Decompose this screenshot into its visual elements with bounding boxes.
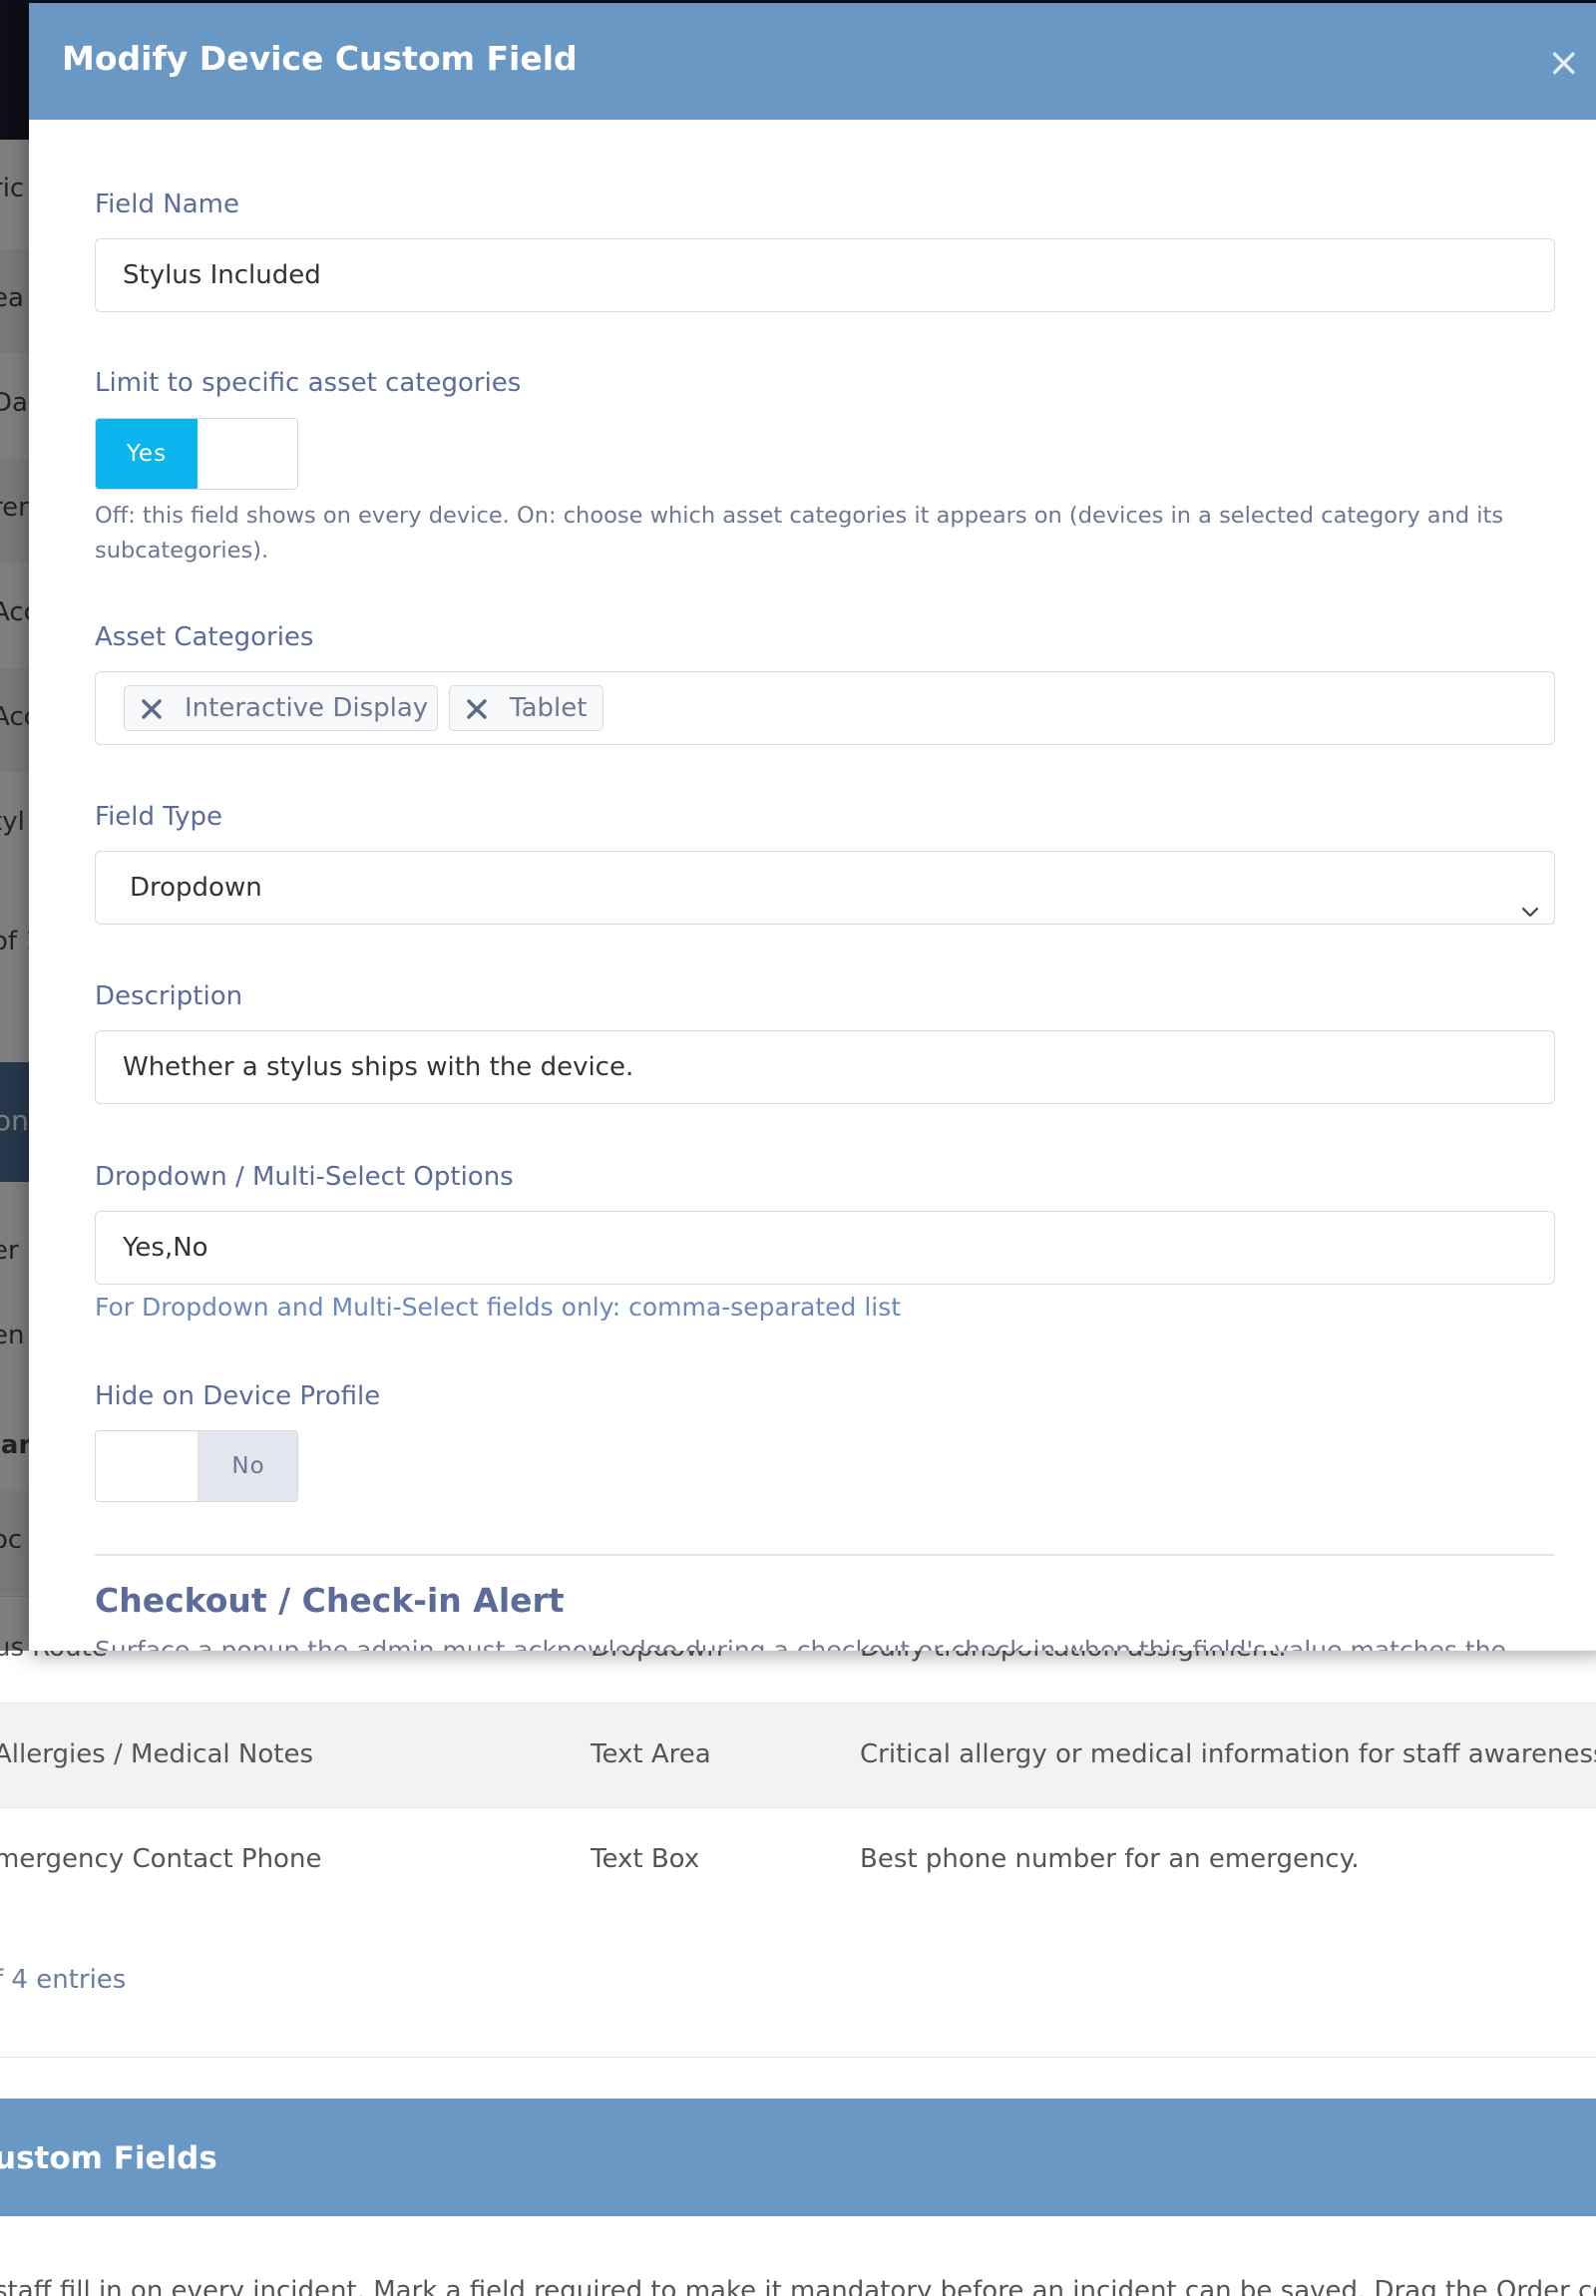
checkout-alert-help: Surface a popup the admin must acknowled… bbox=[95, 1636, 1506, 1651]
asset-categories-select[interactable]: Interactive Display Tablet bbox=[95, 671, 1555, 745]
table-entries-count: f 4 entries bbox=[0, 1965, 127, 1995]
hide-profile-toggle[interactable]: No bbox=[95, 1430, 298, 1502]
options-label: Dropdown / Multi-Select Options bbox=[95, 1162, 514, 1192]
category-tag: Interactive Display bbox=[124, 685, 438, 731]
category-tag-label: Interactive Display bbox=[185, 693, 429, 723]
section-help-text: staff fill in on every incident. Mark a … bbox=[0, 2276, 1596, 2296]
modal-header: Modify Device Custom Field × bbox=[29, 3, 1596, 120]
description-input[interactable]: Whether a stylus ships with the device. bbox=[95, 1030, 1555, 1104]
field-type-label: Field Type bbox=[95, 802, 222, 832]
table-cell-type: Text Area bbox=[591, 1739, 711, 1769]
modify-custom-field-modal: Modify Device Custom Field × Field Name … bbox=[29, 3, 1596, 1651]
toggle-off-state: No bbox=[198, 1431, 297, 1501]
chevron-down-icon bbox=[1520, 878, 1540, 918]
table-cell-description: Best phone number for an emergency. bbox=[860, 1844, 1360, 1874]
description-label: Description bbox=[95, 981, 243, 1011]
section-header: ustom Fields bbox=[0, 2099, 1596, 2216]
category-tag: Tablet bbox=[449, 685, 603, 731]
asset-categories-label: Asset Categories bbox=[95, 622, 314, 652]
divider bbox=[95, 1554, 1555, 1556]
table-cell-description: Critical allergy or medical information … bbox=[860, 1739, 1596, 1769]
limit-categories-toggle[interactable]: Yes bbox=[95, 418, 298, 490]
table-cell-name: mergency Contact Phone bbox=[0, 1844, 322, 1874]
field-type-value: Dropdown bbox=[130, 873, 262, 903]
hide-profile-label: Hide on Device Profile bbox=[95, 1381, 381, 1411]
remove-tag-icon[interactable] bbox=[139, 686, 165, 730]
options-input[interactable]: Yes,No bbox=[95, 1211, 1555, 1285]
checkout-alert-title: Checkout / Check-in Alert bbox=[95, 1581, 565, 1620]
limit-categories-label: Limit to specific asset categories bbox=[95, 368, 522, 398]
modal-title: Modify Device Custom Field bbox=[62, 39, 578, 78]
table-row[interactable]: mergency Contact Phone Text Box Best pho… bbox=[0, 1807, 1596, 1913]
options-help: For Dropdown and Multi-Select fields onl… bbox=[95, 1293, 902, 1322]
field-type-select[interactable]: Dropdown bbox=[95, 851, 1555, 925]
category-tag-label: Tablet bbox=[510, 693, 588, 723]
field-name-input[interactable]: Stylus Included bbox=[95, 238, 1555, 312]
table-cell-name: Allergies / Medical Notes bbox=[0, 1739, 313, 1769]
toggle-on-state: Yes bbox=[96, 419, 198, 489]
table-cell-type: Text Box bbox=[591, 1844, 700, 1874]
remove-tag-icon[interactable] bbox=[464, 686, 490, 730]
field-name-label: Field Name bbox=[95, 190, 239, 219]
table-row[interactable]: Allergies / Medical Notes Text Area Crit… bbox=[0, 1703, 1596, 1808]
close-button[interactable]: × bbox=[1547, 43, 1581, 83]
divider bbox=[0, 2057, 1596, 2058]
limit-categories-help: Off: this field shows on every device. O… bbox=[95, 503, 1504, 564]
